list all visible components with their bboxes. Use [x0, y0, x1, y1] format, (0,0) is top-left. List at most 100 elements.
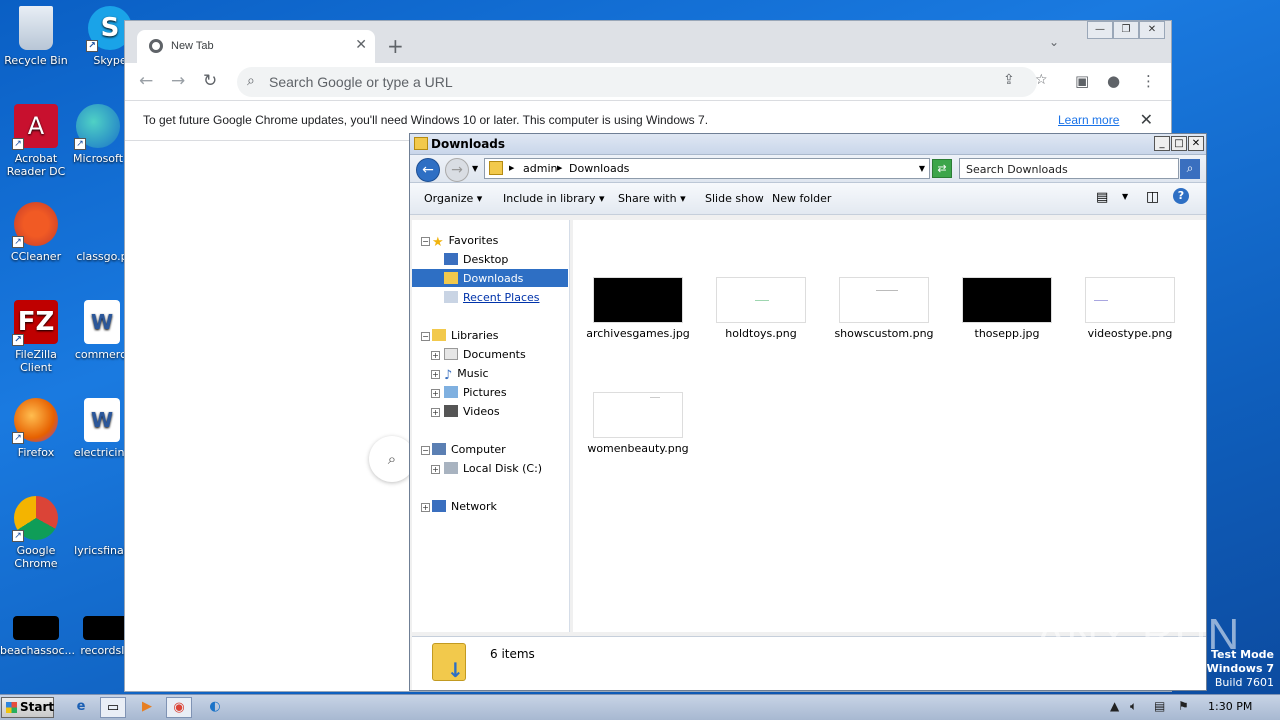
nav-label: Music: [457, 367, 489, 380]
nav-pictures[interactable]: Pictures: [444, 386, 507, 399]
maximize-button[interactable]: □: [1171, 136, 1187, 151]
back-arrow-icon[interactable]: ←: [139, 71, 153, 91]
network-tray-icon[interactable]: ▤: [1154, 699, 1165, 713]
organize-menu[interactable]: Organize ▾: [424, 192, 482, 205]
profile-avatar-icon[interactable]: ●: [1107, 72, 1120, 90]
breadcrumb-downloads[interactable]: Downloads: [569, 162, 629, 175]
file-name: womenbeauty.png: [587, 442, 689, 455]
side-panel-icon[interactable]: ▣: [1075, 72, 1089, 90]
refresh-button[interactable]: ⇄: [932, 159, 952, 178]
file-item[interactable]: showscustom.png: [829, 277, 939, 340]
desktop-icon-label: beachassoc...: [0, 644, 75, 657]
edge-taskbar-icon[interactable]: ◐: [202, 697, 228, 718]
file-item[interactable]: womenbeauty.png: [583, 392, 693, 455]
desktop-icon-beachassoc[interactable]: beachassoc...: [0, 616, 75, 657]
breadcrumb-arrow-icon[interactable]: ▶: [509, 164, 514, 172]
nav-desktop[interactable]: Desktop: [444, 253, 508, 266]
ie-icon[interactable]: e: [68, 697, 94, 718]
show-hidden-icons[interactable]: ▲: [1110, 699, 1119, 713]
learn-more-link[interactable]: Learn more: [1058, 113, 1119, 127]
folder-icon: [489, 161, 503, 175]
change-view-icon[interactable]: ▤: [1096, 190, 1108, 205]
desktop-icon-filezilla[interactable]: FZ ↗ FileZilla Client: [0, 300, 72, 374]
back-button[interactable]: ←: [416, 158, 440, 182]
breadcrumb-admin[interactable]: admin: [523, 162, 557, 175]
preview-pane-icon[interactable]: ◫: [1146, 189, 1159, 205]
restore-button[interactable]: ❐: [1113, 21, 1139, 39]
nav-favorites[interactable]: ★ Favorites: [432, 234, 498, 250]
more-menu-icon[interactable]: ⋮: [1141, 72, 1156, 90]
collapse-toggle-icon[interactable]: −: [421, 237, 430, 246]
breadcrumb-arrow-icon[interactable]: ▶: [557, 164, 562, 172]
file-item[interactable]: archivesgames.jpg: [583, 277, 693, 340]
view-dropdown-icon[interactable]: ▼: [1122, 192, 1128, 201]
expand-toggle-icon[interactable]: +: [431, 408, 440, 417]
desktop-icon: [444, 253, 458, 265]
bookmark-star-icon[interactable]: ☆: [1035, 72, 1048, 88]
desktop-icon-label: Google Chrome: [14, 544, 58, 570]
address-dropdown-icon[interactable]: ▼: [919, 164, 925, 173]
explorer-taskbar-icon[interactable]: ▭: [100, 697, 126, 718]
downloads-folder-icon: [444, 272, 458, 284]
omnibox[interactable]: ⌕ Search Google or type a URL ⇪ ☆: [237, 67, 1048, 97]
media-player-icon[interactable]: ▶: [134, 697, 160, 718]
file-item[interactable]: videostype.png: [1075, 277, 1185, 340]
expand-toggle-icon[interactable]: +: [431, 465, 440, 474]
share-icon[interactable]: ⇪: [1003, 72, 1015, 88]
nav-network[interactable]: Network: [432, 500, 497, 513]
recent-pages-chevron-icon[interactable]: ▼: [472, 164, 478, 173]
help-icon[interactable]: ?: [1173, 188, 1189, 204]
test-mode-label: Test Mode Windows 7 Build 7601: [1207, 648, 1274, 690]
desktop-icon-firefox[interactable]: ↗ Firefox: [0, 398, 72, 459]
desktop-icon-chrome[interactable]: ↗ Google Chrome: [0, 496, 72, 570]
nav-videos[interactable]: Videos: [444, 405, 500, 418]
desktop-icon-ccleaner[interactable]: ↗ CCleaner: [0, 202, 72, 263]
nav-documents[interactable]: Documents: [444, 348, 526, 361]
close-tab-icon[interactable]: ✕: [355, 37, 367, 53]
expand-toggle-icon[interactable]: +: [431, 389, 440, 398]
close-button[interactable]: ✕: [1188, 136, 1204, 151]
desktop-icon-label: classgo.p: [76, 250, 128, 263]
chrome-taskbar-icon[interactable]: ◉: [166, 697, 192, 718]
forward-arrow-icon[interactable]: →: [171, 71, 185, 91]
volume-icon[interactable]: 🔈︎: [1130, 699, 1137, 714]
expand-toggle-icon[interactable]: +: [431, 351, 440, 360]
collapse-toggle-icon[interactable]: −: [421, 446, 430, 455]
close-infobar-icon[interactable]: ✕: [1140, 110, 1153, 129]
nav-recent-places[interactable]: Recent Places: [444, 291, 540, 304]
start-button[interactable]: Start: [1, 697, 54, 718]
desktop-icon-recycle-bin[interactable]: Recycle Bin: [0, 6, 72, 67]
close-button[interactable]: ✕: [1139, 21, 1165, 39]
expand-toggle-icon[interactable]: +: [431, 370, 440, 379]
search-downloads-field[interactable]: Search Downloads ⌕: [959, 158, 1200, 179]
file-item[interactable]: thosepp.jpg: [952, 277, 1062, 340]
new-folder-button[interactable]: New folder: [772, 192, 831, 205]
explorer-window: Downloads _ □ ✕ ← → ▼ ▶ admin ▶ Download…: [409, 133, 1207, 691]
expand-toggle-icon[interactable]: +: [421, 503, 430, 512]
slide-show-button[interactable]: Slide show: [705, 192, 764, 205]
new-tab-button[interactable]: +: [387, 34, 404, 58]
include-in-library-menu[interactable]: Include in library ▾: [503, 192, 604, 205]
address-field[interactable]: ▶ admin ▶ Downloads ▼: [484, 158, 930, 179]
clock[interactable]: 1:30 PM: [1208, 700, 1252, 713]
blank-file-icon: [80, 496, 124, 540]
file-item[interactable]: holdtoys.png: [706, 277, 816, 340]
search-icon[interactable]: ⌕: [1180, 159, 1200, 179]
share-with-menu[interactable]: Share with ▾: [618, 192, 686, 205]
tab-new-tab[interactable]: New Tab ✕: [137, 30, 375, 63]
reload-icon[interactable]: ↻: [203, 71, 217, 91]
nav-music[interactable]: ♪ Music: [444, 367, 489, 383]
nav-downloads[interactable]: Downloads: [444, 272, 523, 285]
collapse-toggle-icon[interactable]: −: [421, 332, 430, 341]
minimize-button[interactable]: —: [1087, 21, 1113, 39]
minimize-button[interactable]: _: [1154, 136, 1170, 151]
forward-button[interactable]: →: [445, 158, 469, 182]
recycle-bin-icon: [19, 6, 53, 50]
action-center-flag-icon[interactable]: ⚑: [1178, 699, 1189, 713]
nav-local-disk[interactable]: Local Disk (C:): [444, 462, 542, 475]
nav-libraries[interactable]: Libraries: [432, 329, 499, 342]
chevron-down-icon[interactable]: ⌄: [1049, 35, 1059, 49]
nav-computer[interactable]: Computer: [432, 443, 506, 456]
thumb-mark: [650, 397, 660, 398]
file-name: thosepp.jpg: [974, 327, 1040, 340]
